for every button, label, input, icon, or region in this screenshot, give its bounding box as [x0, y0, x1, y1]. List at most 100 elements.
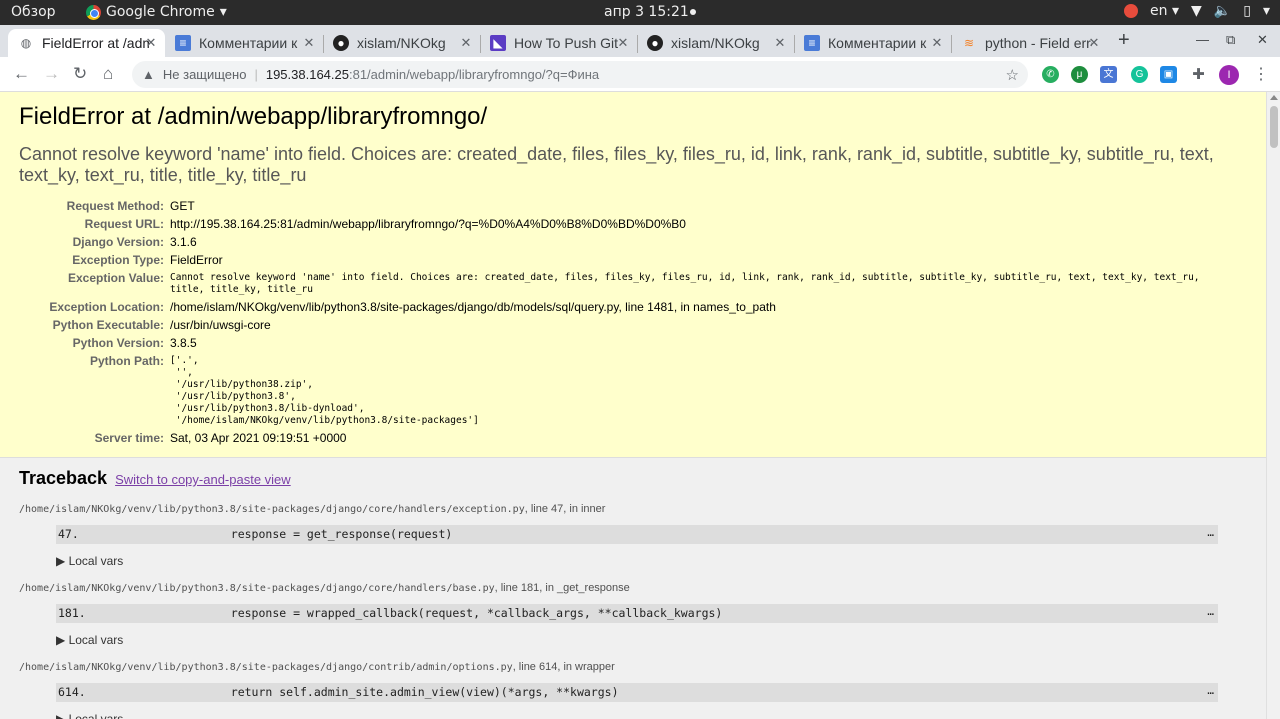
local-vars-toggle[interactable]: ▶ Local vars	[56, 633, 1246, 647]
app-name: Google Chrome	[106, 4, 215, 20]
home-icon[interactable]: ⌂	[103, 64, 113, 84]
meta-label: Python Executable:	[52, 318, 164, 332]
meta-value: /usr/bin/uwsgi-core	[170, 318, 271, 332]
wifi-icon[interactable]: ▼	[1191, 3, 1202, 19]
activities-button[interactable]: Обзор	[11, 4, 56, 20]
utorrent-extension-icon[interactable]: μ	[1071, 66, 1088, 83]
error-message: Cannot resolve keyword 'name' into field…	[19, 144, 1214, 185]
meta-label: Server time:	[94, 431, 164, 445]
tab-fielderror[interactable]: ◍ FieldError at /admin/ ✕	[8, 29, 165, 57]
meta-row: Exception Location: /home/islam/NKOkg/ven…	[19, 298, 1200, 316]
meta-row: Request URL: http://195.38.164.25:81/admi…	[19, 215, 1200, 233]
frame-location: /home/islam/NKOkg/venv/lib/python3.8/sit…	[19, 661, 615, 673]
more-options-icon[interactable]: ⋮	[1253, 64, 1269, 84]
globe-icon: ◍	[20, 36, 32, 50]
tab-comments-1[interactable]: ≡ Комментарии к ✕	[165, 29, 323, 57]
app-menu[interactable]: Google Chrome ▾	[86, 4, 227, 20]
restore-button[interactable]: ⧉	[1226, 32, 1235, 48]
meta-row: Exception Value: Cannot resolve keyword '…	[19, 269, 1200, 298]
switch-view-link[interactable]: Switch to copy-and-paste view	[115, 472, 291, 487]
close-icon[interactable]: ✕	[301, 35, 317, 51]
url-path[interactable]: :81/admin/webapp/libraryfromngo/?q=Фина	[349, 67, 599, 82]
profile-avatar[interactable]: I	[1219, 65, 1239, 85]
forward-arrow-icon[interactable]: →	[43, 64, 60, 84]
code-context-line[interactable]: 181. response = wrapped_callback(request…	[56, 604, 1218, 623]
security-label[interactable]: Не защищено	[163, 67, 247, 82]
window-close-button[interactable]: ✕	[1257, 32, 1268, 48]
close-icon[interactable]: ✕	[615, 35, 631, 51]
code-context-line[interactable]: 614. return self.admin_site.admin_view(v…	[56, 683, 1218, 702]
reload-icon[interactable]: ↻	[73, 64, 87, 84]
puzzle-extensions-icon[interactable]: ✚	[1190, 66, 1207, 83]
close-icon[interactable]: ✕	[1086, 35, 1102, 51]
close-icon[interactable]: ✕	[458, 35, 474, 51]
minimize-button[interactable]: —	[1196, 32, 1209, 47]
tab-title: FieldError at /admin/	[42, 35, 149, 51]
volume-icon[interactable]: 🔈	[1214, 3, 1231, 19]
screenshot-extension-icon[interactable]: ▣	[1160, 66, 1177, 83]
tab-comments-2[interactable]: ≡ Комментарии к ✕	[794, 29, 951, 57]
meta-row: Request Method: GET	[19, 197, 1200, 215]
whatsapp-extension-icon[interactable]: ✆	[1042, 66, 1059, 83]
frame-location: /home/islam/NKOkg/venv/lib/python3.8/sit…	[19, 582, 630, 594]
traceback-frame: /home/islam/NKOkg/venv/lib/python3.8/sit…	[19, 503, 1246, 568]
clock[interactable]: апр 3 15:21	[604, 4, 689, 20]
meta-label: Python Version:	[72, 336, 164, 350]
frame-location: /home/islam/NKOkg/venv/lib/python3.8/sit…	[19, 503, 606, 515]
github-icon: ●	[333, 35, 349, 51]
local-vars-toggle[interactable]: ▶ Local vars	[56, 554, 1246, 568]
docs-icon: ≡	[175, 35, 191, 51]
translate-extension-icon[interactable]: 文	[1100, 66, 1117, 83]
meta-row: Server time: Sat, 03 Apr 2021 09:19:51 +0…	[19, 429, 1200, 447]
language-indicator[interactable]: en ▾	[1150, 3, 1179, 19]
expand-context-icon[interactable]: …	[1207, 681, 1214, 700]
traceback-frame: /home/islam/NKOkg/venv/lib/python3.8/sit…	[19, 661, 1246, 719]
meta-label: Request Method:	[66, 199, 164, 213]
browser-toolbar: ← → ↻ ⌂ ▲ Не защищено | 195.38.164.25:81…	[0, 57, 1280, 92]
tab-github-1[interactable]: ● xislam/NKOkg ✕	[323, 29, 480, 57]
scroll-up-arrow-icon[interactable]	[1270, 95, 1278, 100]
page-content: FieldError at /admin/webapp/libraryfromn…	[0, 92, 1266, 719]
meta-label: Exception Type:	[72, 253, 164, 267]
google-account-icon[interactable]	[1124, 4, 1139, 18]
meta-row: Exception Type: FieldError	[19, 251, 1200, 269]
grammarly-extension-icon[interactable]: G	[1131, 66, 1148, 83]
expand-context-icon[interactable]: …	[1207, 523, 1214, 542]
traceback-heading: Traceback Switch to copy-and-paste view	[19, 468, 291, 488]
local-vars-toggle[interactable]: ▶ Local vars	[56, 712, 1246, 719]
tab-github-2[interactable]: ● xislam/NKOkg ✕	[637, 29, 794, 57]
meta-value: 3.1.6	[170, 235, 197, 249]
new-tab-button[interactable]: +	[1118, 29, 1130, 52]
system-tray[interactable]: en ▾ ▼ 🔈 ▯ ▾	[1124, 3, 1270, 19]
meta-row: Python Executable: /usr/bin/uwsgi-core	[19, 316, 1200, 334]
meta-value: /home/islam/NKOkg/venv/lib/python3.8/sit…	[170, 300, 776, 314]
back-arrow-icon[interactable]: ←	[13, 64, 30, 84]
expand-context-icon[interactable]: …	[1207, 602, 1214, 621]
request-meta-table: Request Method: GET Request URL: http://19…	[19, 197, 1200, 447]
bookmark-star-icon[interactable]: ☆	[1006, 66, 1019, 84]
battery-icon[interactable]: ▯	[1243, 3, 1251, 19]
chrome-icon	[86, 4, 101, 20]
vertical-scrollbar[interactable]	[1266, 92, 1280, 719]
address-bar[interactable]: ▲ Не защищено | 195.38.164.25:81/admin/w…	[132, 61, 1028, 88]
chevron-down-icon[interactable]: ▾	[1263, 3, 1270, 19]
close-icon[interactable]: ✕	[772, 35, 788, 51]
tab-how-to-push[interactable]: ◣ How To Push Git ✕	[480, 29, 637, 57]
meta-value: GET	[170, 199, 195, 213]
chevron-down-icon: ▾	[219, 4, 227, 20]
hashnode-icon: ◣	[490, 35, 506, 51]
warning-icon[interactable]: ▲	[142, 67, 155, 82]
stackoverflow-icon: ≋	[963, 36, 975, 50]
close-icon[interactable]: ✕	[143, 35, 159, 51]
tab-title: Комментарии к	[828, 35, 927, 51]
close-icon[interactable]: ✕	[929, 35, 945, 51]
meta-label: Exception Location:	[49, 300, 164, 314]
url-host[interactable]: 195.38.164.25	[266, 67, 349, 82]
code-context-line[interactable]: 47. response = get_response(request)…	[56, 525, 1218, 544]
scrollbar-thumb[interactable]	[1270, 106, 1278, 148]
meta-label: Exception Value:	[67, 271, 164, 285]
meta-value: Sat, 03 Apr 2021 09:19:51 +0000	[170, 431, 347, 445]
meta-label: Request URL:	[84, 217, 164, 231]
meta-row: Python Version: 3.8.5	[19, 334, 1200, 352]
tab-python-field[interactable]: ≋ python - Field error ✕	[951, 29, 1108, 57]
